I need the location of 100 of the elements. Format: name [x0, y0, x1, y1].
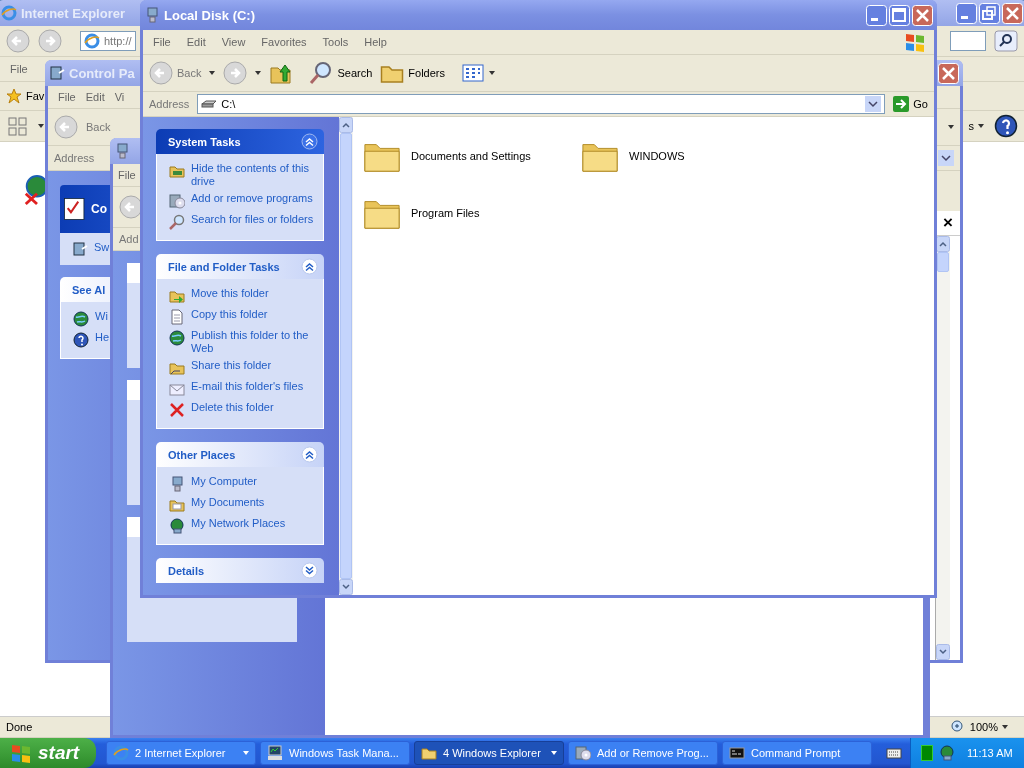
- back-button[interactable]: [6, 29, 30, 53]
- window-title: Control Pa: [69, 65, 135, 81]
- close-button[interactable]: [912, 4, 933, 26]
- forward-button[interactable]: [38, 29, 62, 53]
- keyboard-icon[interactable]: [886, 745, 902, 761]
- menu-item[interactable]: File: [149, 36, 175, 48]
- globe-icon: [73, 311, 89, 327]
- panel-header[interactable]: System Tasks: [156, 129, 324, 154]
- scroll-down-button[interactable]: [339, 579, 353, 595]
- menu-item[interactable]: File: [6, 63, 32, 75]
- control-panel-icon: [49, 65, 65, 81]
- expand-icon[interactable]: [301, 562, 318, 579]
- back-button[interactable]: [54, 115, 78, 139]
- menu-item[interactable]: Edit: [81, 91, 109, 103]
- taskbar-button[interactable]: Add or Remove Prog...: [568, 741, 718, 765]
- status-text: Done: [6, 721, 33, 733]
- go-button[interactable]: Go: [893, 96, 928, 112]
- dropdown-caret-icon: [948, 125, 954, 129]
- views-button[interactable]: [461, 61, 495, 85]
- back-label[interactable]: Back: [86, 121, 111, 133]
- taskbar-button[interactable]: Command Prompt: [722, 741, 872, 765]
- address-label: Address: [54, 152, 95, 164]
- computer-icon: [114, 143, 130, 159]
- folder-arrow-icon: [169, 288, 185, 304]
- task-link[interactable]: My Documents: [191, 496, 265, 509]
- close-button[interactable]: [1002, 2, 1023, 24]
- search-button[interactable]: [994, 29, 1018, 53]
- menu-item[interactable]: Vi: [110, 91, 129, 103]
- panel-link[interactable]: Wi: [95, 310, 108, 323]
- restore-button[interactable]: [979, 2, 1000, 24]
- panel-header[interactable]: File and Folder Tasks: [156, 254, 324, 279]
- forward-button[interactable]: [223, 61, 248, 85]
- address-field[interactable]: C:\: [197, 94, 886, 114]
- search-icon: [169, 214, 185, 230]
- task-link[interactable]: My Network Places: [191, 517, 286, 530]
- collapse-icon[interactable]: [301, 133, 318, 150]
- search-button[interactable]: Search: [309, 61, 373, 85]
- scrollbar-thumb[interactable]: [340, 133, 352, 579]
- panel-link[interactable]: He: [95, 331, 110, 344]
- folder-name[interactable]: Program Files: [411, 206, 480, 219]
- zoom-icon: [949, 719, 966, 735]
- task-link[interactable]: My Computer: [191, 475, 258, 488]
- back-button[interactable]: Back: [149, 61, 202, 85]
- search-icon: [309, 61, 334, 85]
- favorites-button[interactable]: Fav: [6, 88, 45, 104]
- tools-button[interactable]: s: [968, 120, 984, 132]
- minimize-button[interactable]: [956, 2, 977, 24]
- document-icon: [169, 309, 185, 325]
- panel-title: File and Folder Tasks: [168, 260, 280, 273]
- close-pane-button[interactable]: ×: [943, 213, 953, 233]
- caret-icon: [209, 71, 216, 75]
- monitor-icon: [267, 745, 283, 761]
- menu-item[interactable]: Edit: [182, 36, 210, 48]
- computer-icon: [169, 476, 185, 492]
- collapse-icon[interactable]: [301, 446, 318, 463]
- close-button[interactable]: [938, 62, 959, 84]
- maximize-button[interactable]: [889, 4, 910, 26]
- caret-icon: [978, 124, 984, 128]
- tray-status-icon[interactable]: [921, 745, 933, 761]
- menu-item[interactable]: Tools: [318, 36, 353, 48]
- menu-item[interactable]: Help: [360, 36, 391, 48]
- task-link[interactable]: Sw: [94, 241, 110, 257]
- task-link[interactable]: Search for files or folders: [191, 213, 314, 226]
- search-field[interactable]: [950, 31, 986, 51]
- windows-logo-icon: [10, 742, 32, 764]
- view-icon[interactable]: [6, 114, 30, 138]
- task-link[interactable]: Add or remove programs: [191, 192, 313, 205]
- task-link[interactable]: Copy this folder: [191, 308, 268, 321]
- caret-icon: [255, 71, 262, 75]
- address-field[interactable]: http://: [80, 31, 136, 51]
- taskbar-button[interactable]: Windows Task Mana...: [260, 741, 410, 765]
- folder-name[interactable]: Documents and Settings: [411, 149, 531, 162]
- zoom-button[interactable]: 100%: [949, 719, 1008, 735]
- window-title: Local Disk (C:): [164, 7, 255, 23]
- task-link[interactable]: Publish this folder to the Web: [191, 329, 315, 355]
- scroll-down-button[interactable]: [936, 644, 950, 660]
- panel-header[interactable]: Details: [156, 558, 324, 583]
- task-link[interactable]: Delete this folder: [191, 401, 274, 414]
- taskbar-button[interactable]: 4 Windows Explorer: [414, 741, 564, 765]
- scroll-up-button[interactable]: [339, 117, 353, 133]
- task-link[interactable]: Hide the contents of this drive: [191, 162, 315, 188]
- folder-name[interactable]: WINDOWS: [629, 149, 685, 162]
- start-button[interactable]: start: [0, 738, 96, 768]
- panel-header[interactable]: Other Places: [156, 442, 324, 467]
- computer-icon: [144, 7, 160, 23]
- control-panel-icon: [72, 241, 88, 257]
- menu-item[interactable]: Favorites: [257, 36, 311, 48]
- folders-button[interactable]: Folders: [380, 61, 445, 85]
- collapse-icon[interactable]: [301, 258, 318, 275]
- task-link[interactable]: Share this folder: [191, 359, 272, 372]
- star-icon: [6, 88, 22, 104]
- menu-item[interactable]: File: [54, 91, 80, 103]
- scrollbar-thumb[interactable]: [937, 252, 949, 272]
- taskbar-button[interactable]: 2 Internet Explorer: [106, 741, 256, 765]
- minimize-button[interactable]: [866, 4, 887, 26]
- menu-item[interactable]: File: [116, 169, 138, 181]
- address-label: Address: [149, 98, 190, 110]
- task-link[interactable]: E-mail this folder's files: [191, 380, 304, 393]
- globe-icon: [169, 330, 185, 346]
- menu-item[interactable]: View: [217, 36, 250, 48]
